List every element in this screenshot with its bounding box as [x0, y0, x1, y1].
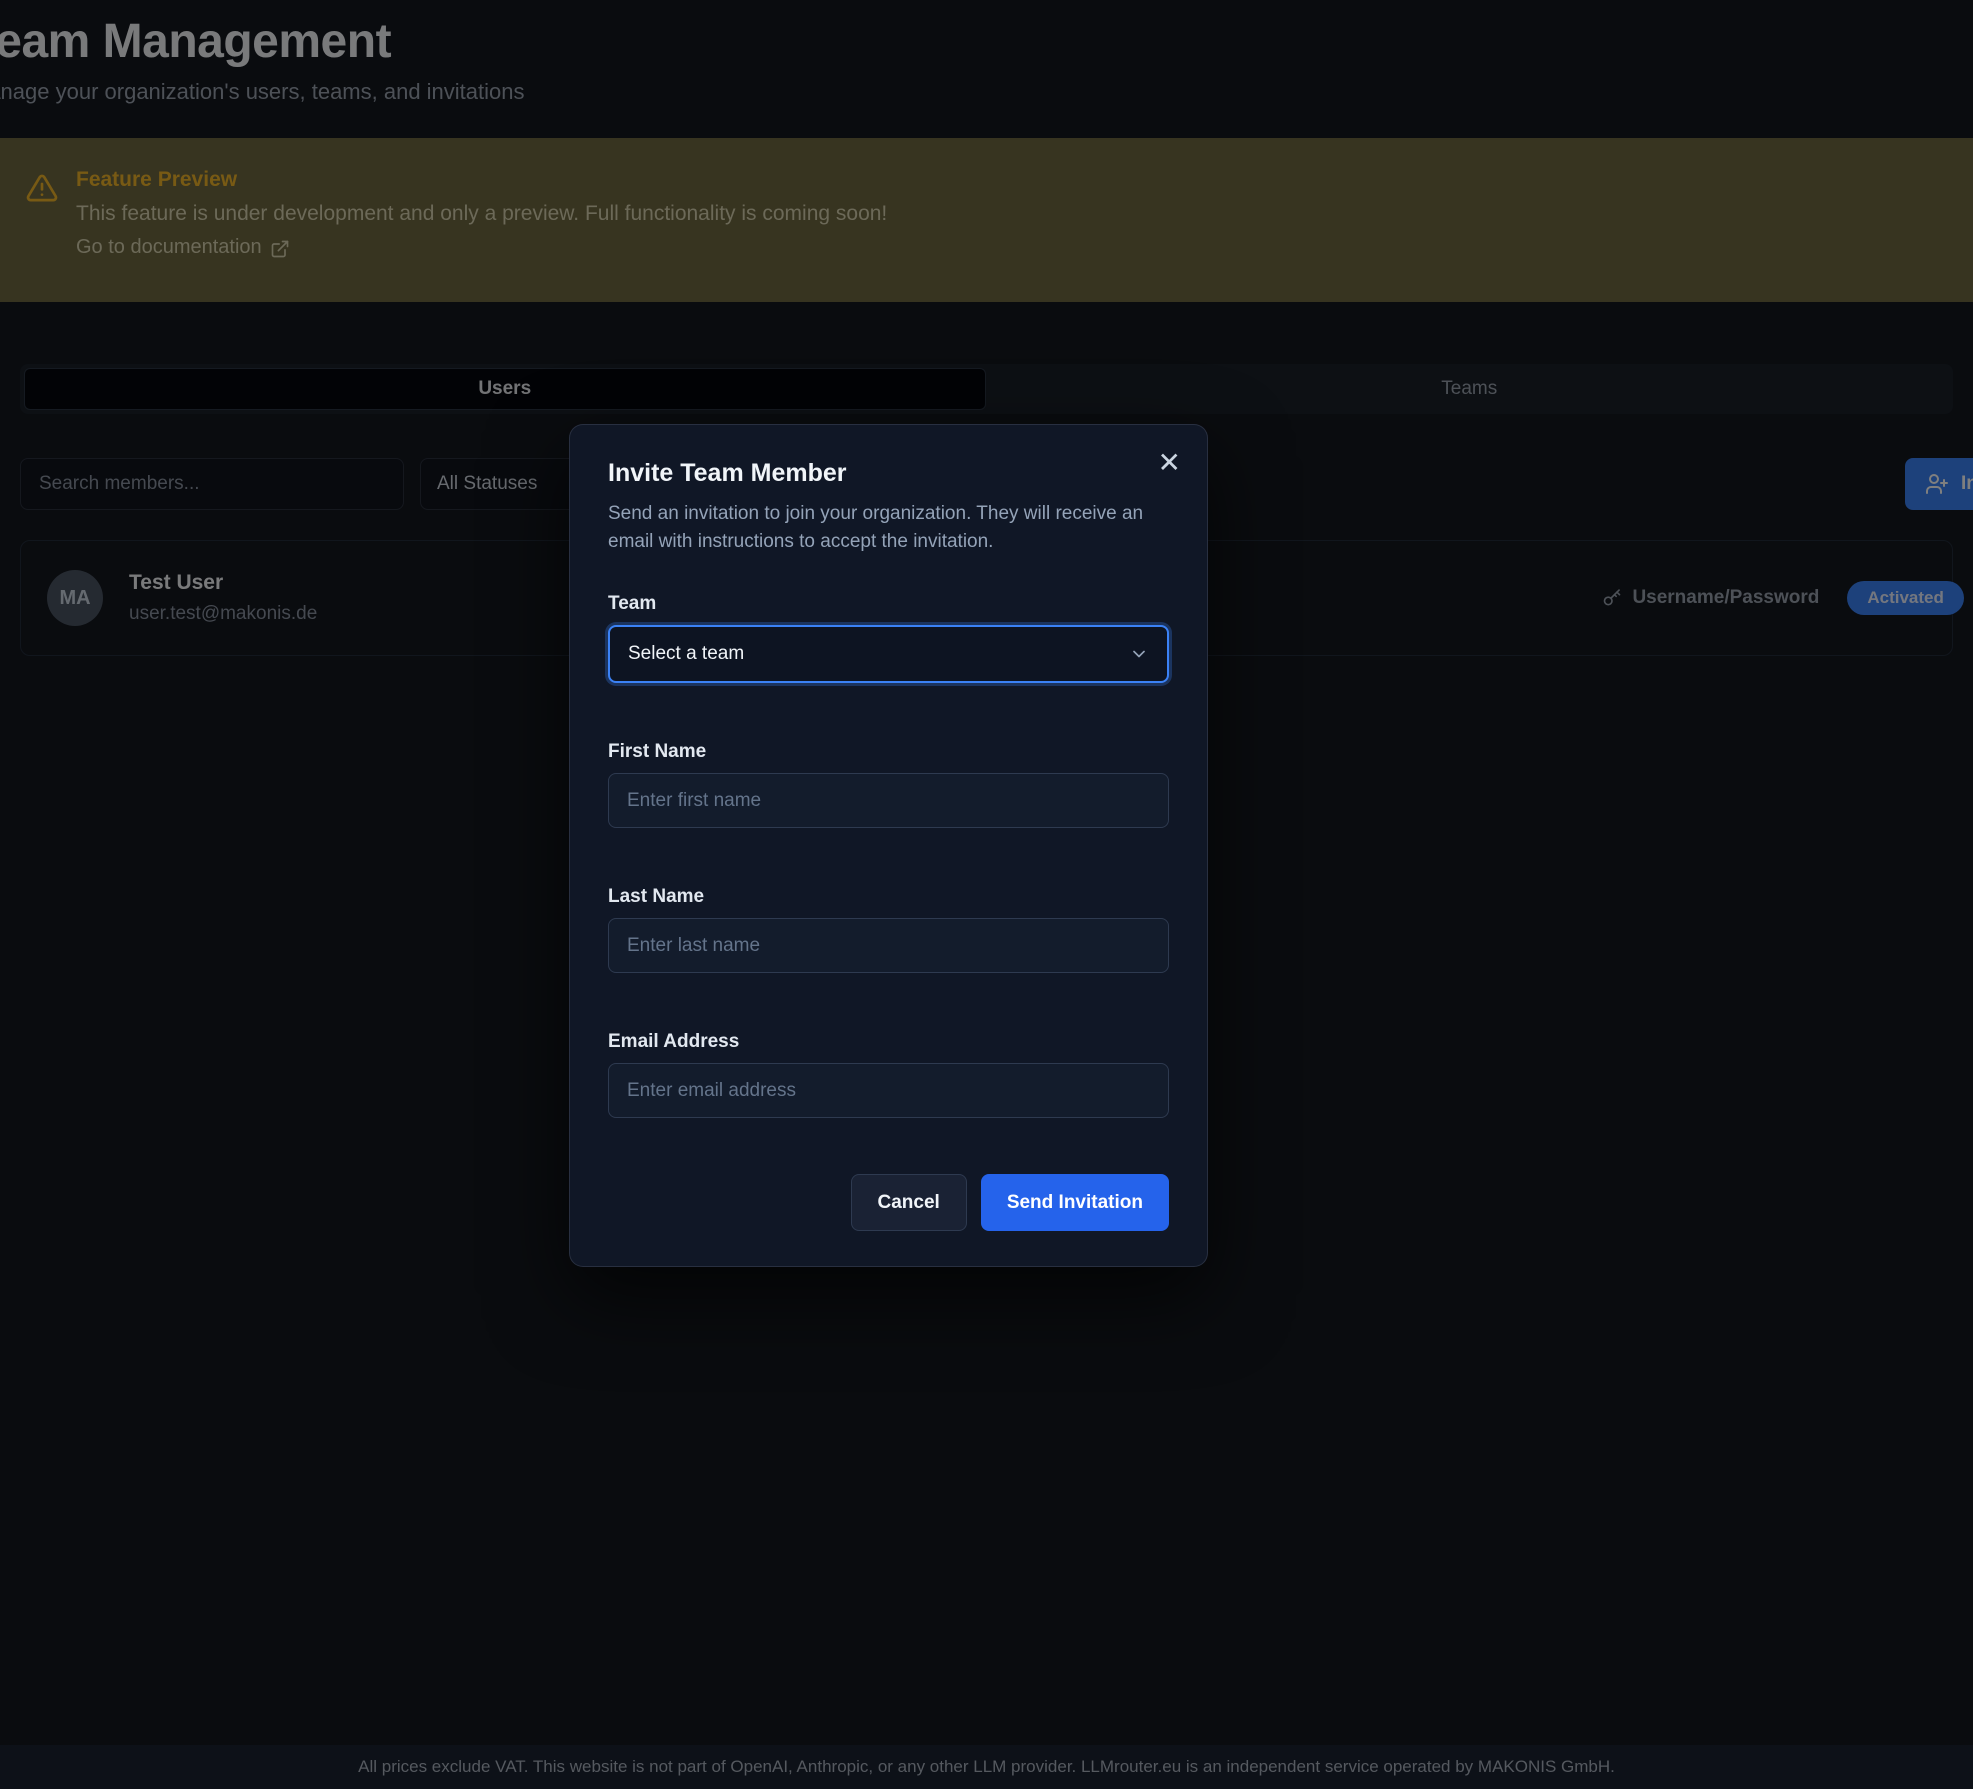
cancel-button[interactable]: Cancel [851, 1174, 967, 1231]
team-select[interactable]: Select a team [608, 625, 1169, 683]
send-invitation-button[interactable]: Send Invitation [981, 1174, 1169, 1231]
email-field[interactable] [608, 1063, 1169, 1118]
team-label: Team [608, 593, 1169, 615]
modal-actions: Cancel Send Invitation [608, 1174, 1169, 1231]
invite-team-member-modal: ✕ Invite Team Member Send an invitation … [569, 424, 1208, 1267]
close-icon[interactable]: ✕ [1158, 449, 1181, 477]
modal-title: Invite Team Member [608, 459, 1169, 488]
team-select-value: Select a team [628, 643, 744, 665]
first-name-label: First Name [608, 741, 1169, 763]
last-name-label: Last Name [608, 886, 1169, 908]
chevron-down-icon [1129, 644, 1149, 664]
modal-description: Send an invitation to join your organiza… [608, 500, 1169, 555]
email-label: Email Address [608, 1031, 1169, 1053]
first-name-field[interactable] [608, 773, 1169, 828]
last-name-field[interactable] [608, 918, 1169, 973]
